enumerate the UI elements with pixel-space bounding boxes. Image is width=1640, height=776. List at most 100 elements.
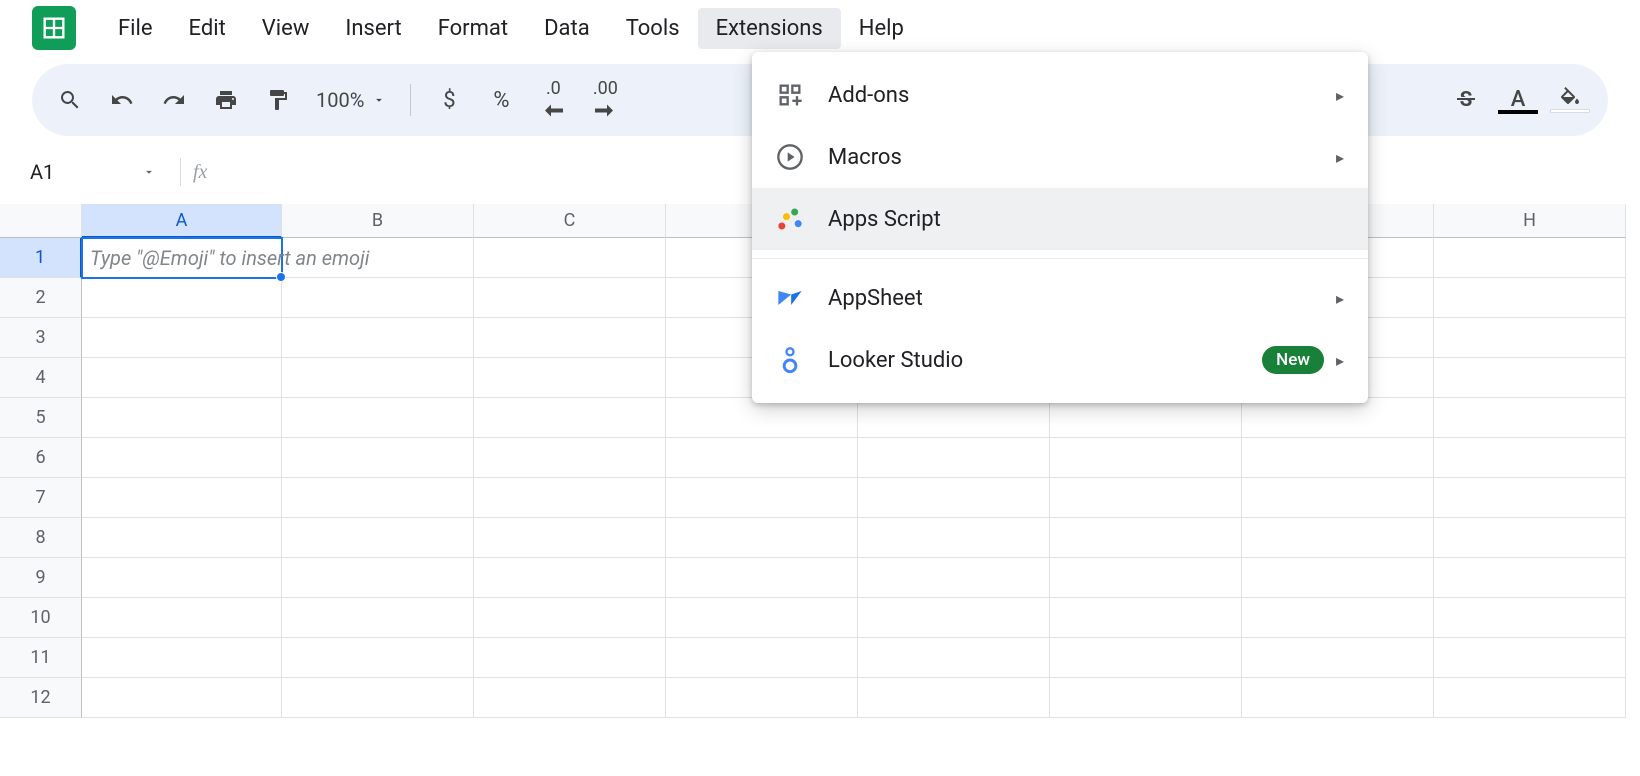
cell[interactable] [858, 518, 1050, 558]
cell[interactable] [666, 478, 858, 518]
cell[interactable] [858, 478, 1050, 518]
menu-insert[interactable]: Insert [327, 8, 419, 49]
cell[interactable] [1434, 478, 1626, 518]
strikethrough-button[interactable] [1444, 78, 1488, 122]
select-all-corner[interactable] [0, 204, 82, 238]
cell[interactable] [1434, 358, 1626, 398]
cell[interactable] [82, 318, 282, 358]
apps-script-menu-item[interactable]: Apps Script [752, 188, 1368, 250]
cell[interactable] [82, 518, 282, 558]
row-header-4[interactable]: 4 [0, 358, 82, 398]
zoom-select[interactable]: 100% [308, 88, 394, 112]
cell[interactable] [1242, 398, 1434, 438]
cell[interactable] [666, 678, 858, 718]
row-header-6[interactable]: 6 [0, 438, 82, 478]
cell[interactable] [858, 398, 1050, 438]
cell[interactable] [82, 598, 282, 638]
cell[interactable] [282, 358, 474, 398]
cell[interactable] [1242, 558, 1434, 598]
row-header-12[interactable]: 12 [0, 678, 82, 718]
cell[interactable] [282, 278, 474, 318]
cell[interactable] [1434, 438, 1626, 478]
cell[interactable] [474, 318, 666, 358]
cell[interactable] [282, 238, 474, 278]
cell[interactable] [858, 678, 1050, 718]
menu-data[interactable]: Data [526, 8, 608, 49]
cell[interactable] [1434, 638, 1626, 678]
cell[interactable] [474, 438, 666, 478]
cell[interactable] [474, 278, 666, 318]
cell[interactable] [1050, 518, 1242, 558]
decrease-decimals-button[interactable]: .0 [531, 78, 575, 122]
cell[interactable] [1242, 598, 1434, 638]
looker-menu-item[interactable]: Looker Studio New ▸ [752, 329, 1368, 391]
cell[interactable] [1050, 558, 1242, 598]
cell[interactable] [1242, 638, 1434, 678]
cell[interactable] [666, 558, 858, 598]
row-header-7[interactable]: 7 [0, 478, 82, 518]
cell[interactable] [666, 518, 858, 558]
cell[interactable] [666, 638, 858, 678]
cell[interactable] [1434, 398, 1626, 438]
cell[interactable] [474, 518, 666, 558]
cell[interactable] [474, 558, 666, 598]
cell[interactable] [82, 398, 282, 438]
row-header-11[interactable]: 11 [0, 638, 82, 678]
cell[interactable] [1434, 318, 1626, 358]
cell[interactable] [282, 478, 474, 518]
cell[interactable] [282, 638, 474, 678]
col-header-H[interactable]: H [1434, 204, 1626, 238]
cell[interactable] [1242, 678, 1434, 718]
row-header-10[interactable]: 10 [0, 598, 82, 638]
cell[interactable] [474, 638, 666, 678]
addons-menu-item[interactable]: Add-ons ▸ [752, 64, 1368, 126]
cell[interactable] [666, 598, 858, 638]
col-header-B[interactable]: B [282, 204, 474, 238]
col-header-C[interactable]: C [474, 204, 666, 238]
cell[interactable] [82, 678, 282, 718]
cell[interactable] [1242, 478, 1434, 518]
cell[interactable] [474, 238, 666, 278]
cell[interactable] [282, 438, 474, 478]
cell[interactable] [82, 638, 282, 678]
cell[interactable] [666, 398, 858, 438]
cell[interactable] [82, 278, 282, 318]
row-header-5[interactable]: 5 [0, 398, 82, 438]
cell[interactable] [1050, 398, 1242, 438]
cell[interactable] [82, 358, 282, 398]
row-header-8[interactable]: 8 [0, 518, 82, 558]
cell[interactable] [282, 518, 474, 558]
cell[interactable] [1050, 638, 1242, 678]
row-header-9[interactable]: 9 [0, 558, 82, 598]
cell[interactable] [1434, 278, 1626, 318]
menu-format[interactable]: Format [420, 8, 526, 49]
namebox[interactable]: A1 [18, 152, 168, 192]
appsheet-menu-item[interactable]: AppSheet ▸ [752, 267, 1368, 329]
search-button[interactable] [48, 78, 92, 122]
cell[interactable] [474, 358, 666, 398]
cell[interactable] [474, 398, 666, 438]
menu-view[interactable]: View [244, 8, 328, 49]
cell[interactable]: Type "@Emoji" to insert an emoji [82, 238, 282, 278]
cell[interactable] [82, 478, 282, 518]
cell[interactable] [1434, 678, 1626, 718]
cell[interactable] [282, 398, 474, 438]
cell[interactable] [1050, 438, 1242, 478]
row-header-3[interactable]: 3 [0, 318, 82, 358]
cell[interactable] [858, 558, 1050, 598]
menu-file[interactable]: File [100, 8, 171, 49]
currency-button[interactable]: $ [427, 78, 471, 122]
menu-help[interactable]: Help [841, 8, 922, 49]
cell[interactable] [474, 598, 666, 638]
cell[interactable] [282, 678, 474, 718]
cell[interactable] [1242, 438, 1434, 478]
cell[interactable] [82, 438, 282, 478]
cell[interactable] [666, 438, 858, 478]
cell[interactable] [1050, 598, 1242, 638]
cell[interactable] [1434, 598, 1626, 638]
cell[interactable] [858, 638, 1050, 678]
undo-button[interactable] [100, 78, 144, 122]
cell[interactable] [474, 678, 666, 718]
cell[interactable] [1434, 238, 1626, 278]
cell[interactable] [858, 598, 1050, 638]
